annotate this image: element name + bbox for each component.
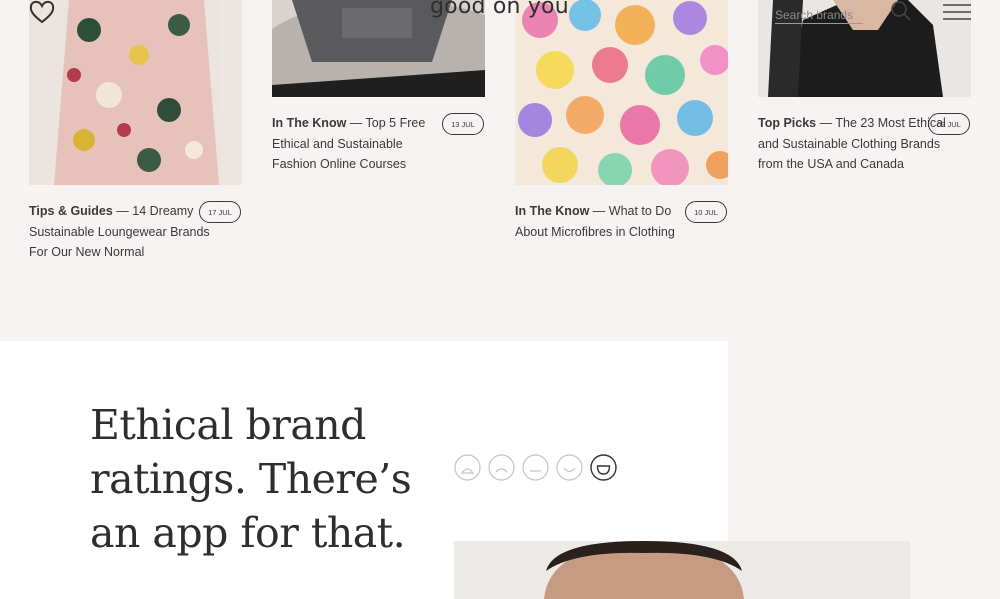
article-image-loungewear[interactable]: [29, 0, 242, 185]
category-separator: —: [112, 204, 133, 218]
article-card-text[interactable]: In The Know — Top 5 Free Ethical and Sus…: [272, 113, 437, 175]
category-separator: —: [589, 204, 609, 218]
article-card-text[interactable]: In The Know — What to Do About Microfibr…: [515, 201, 680, 242]
article-category[interactable]: In The Know: [515, 204, 589, 218]
site-logo-text[interactable]: good on you: [430, 0, 569, 19]
promo-heading: Ethical brand ratings. There’s an app fo…: [90, 401, 412, 557]
neutral-face-icon: [522, 454, 549, 481]
colorful-beads-photo: [515, 0, 728, 185]
category-separator: —: [346, 116, 366, 130]
category-separator: —: [816, 116, 836, 130]
article-image-microfibres[interactable]: [515, 0, 728, 185]
date-badge: 10 JUL: [685, 201, 727, 223]
article-category[interactable]: In The Know: [272, 116, 346, 130]
very-sad-face-icon: [454, 454, 481, 481]
article-category[interactable]: Top Picks: [758, 116, 816, 130]
article-category[interactable]: Tips & Guides: [29, 204, 113, 218]
happy-face-icon: [590, 454, 617, 481]
person-head-photo: [454, 541, 910, 599]
logo-heart-icon[interactable]: [29, 0, 55, 24]
rating-faces: [454, 454, 617, 482]
menu-icon[interactable]: [942, 2, 972, 22]
app-user-photo: [454, 541, 910, 599]
smile-face-icon: [556, 454, 583, 481]
date-badge: 17 JUL: [199, 201, 241, 223]
search-input[interactable]: [775, 8, 863, 24]
search-field[interactable]: [775, 6, 863, 24]
date-badge: 13 JUL: [442, 113, 484, 135]
sad-face-icon: [488, 454, 515, 481]
search-icon[interactable]: [890, 0, 912, 22]
date-badge: 03 JUL: [928, 113, 970, 135]
floral-dress-photo: [29, 0, 242, 185]
site-header: good on you: [0, 0, 1000, 26]
